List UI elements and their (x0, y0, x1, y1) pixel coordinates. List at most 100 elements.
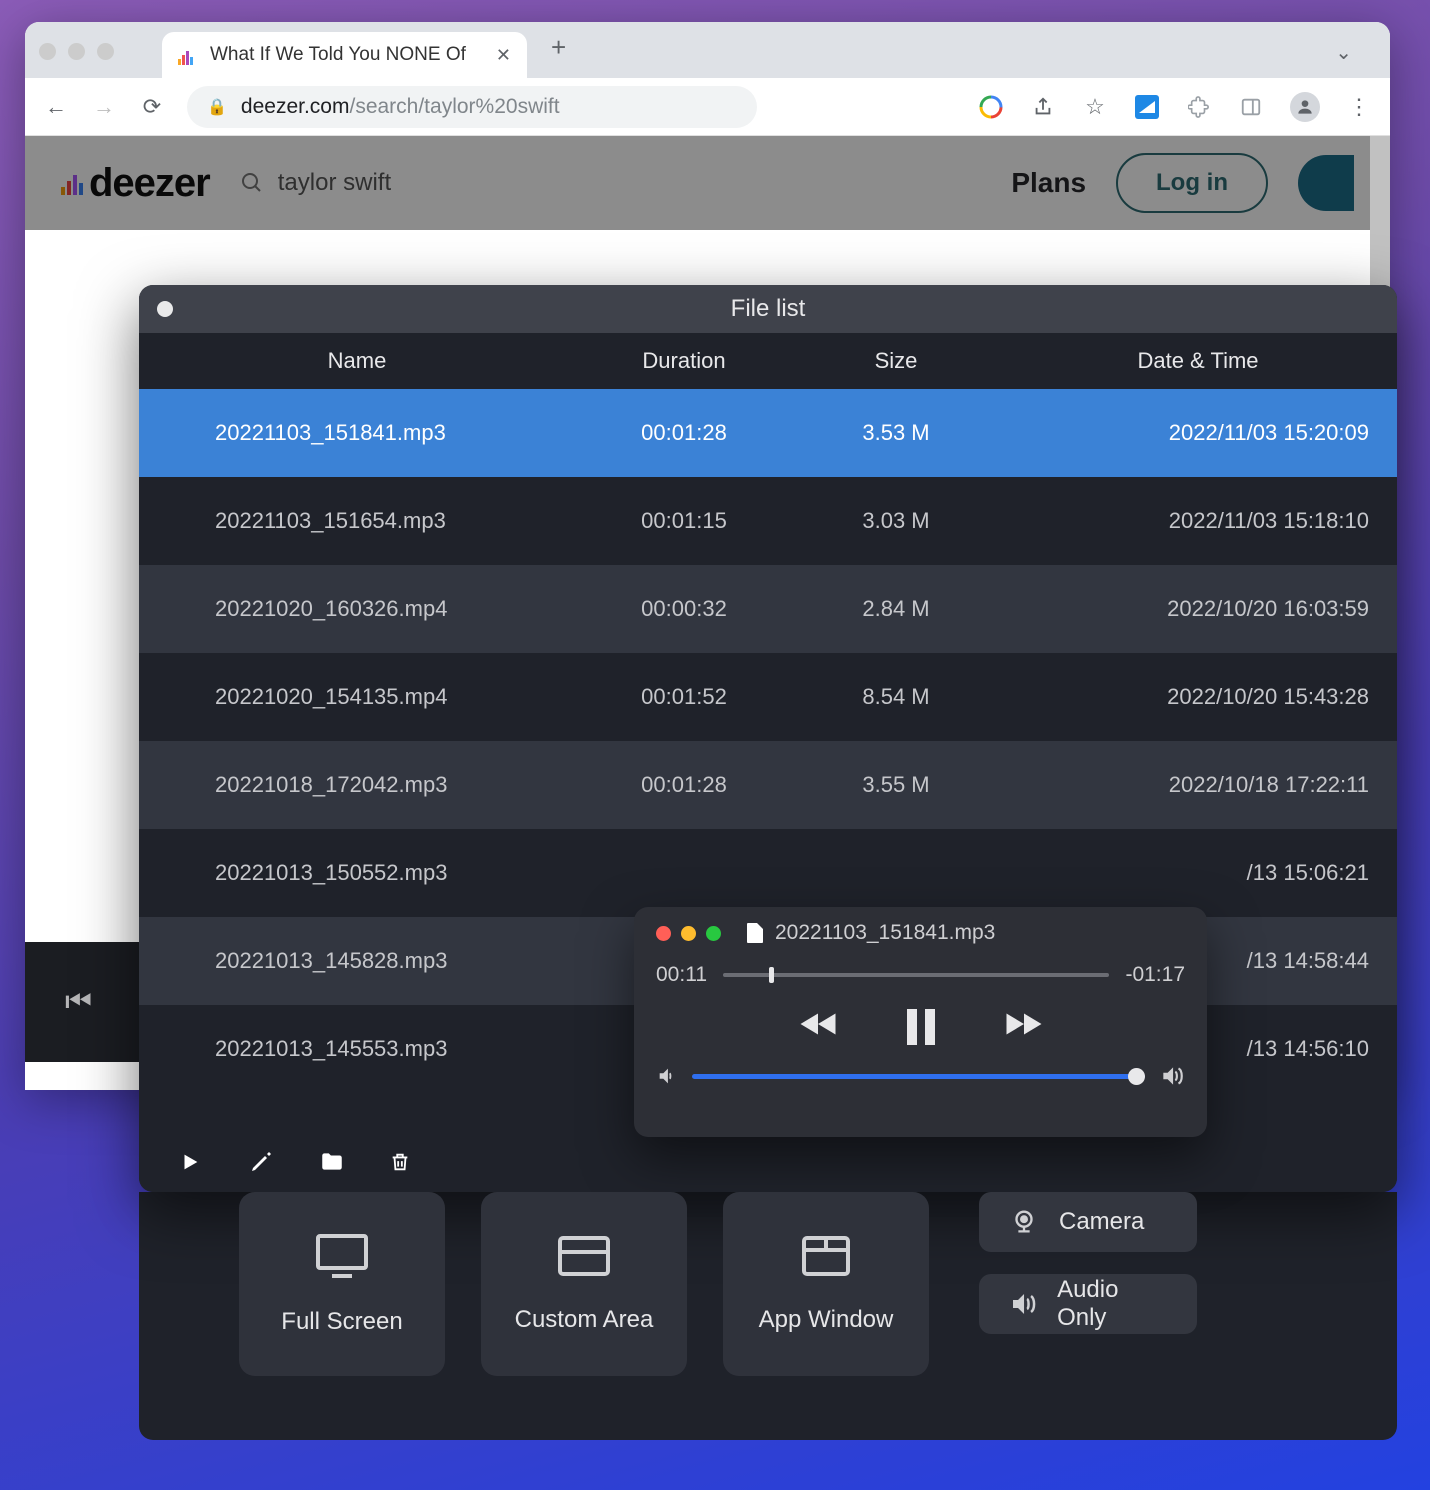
close-icon[interactable] (39, 43, 56, 60)
minimize-icon[interactable] (681, 926, 696, 941)
address-bar[interactable]: 🔒 deezer.com/search/taylor%20swift (187, 86, 757, 128)
cell-duration: 00:01:15 (575, 508, 793, 534)
table-row[interactable]: 20221018_172042.mp300:01:283.55 M2022/10… (139, 741, 1397, 829)
close-icon[interactable] (157, 301, 173, 317)
cell-name: 20221020_154135.mp4 (139, 684, 575, 710)
kebab-menu-icon[interactable]: ⋮ (1346, 94, 1372, 120)
sidepanel-icon[interactable] (1238, 94, 1264, 120)
cell-size: 3.55 M (793, 772, 999, 798)
tab-close-icon[interactable]: ✕ (496, 45, 511, 66)
file-list-title: File list (731, 295, 806, 323)
audio-only-pill[interactable]: Audio Only (979, 1274, 1197, 1334)
cell-date: 2022/11/03 15:20:09 (999, 420, 1397, 446)
table-row[interactable]: 20221013_150552.mp3/13 15:06:21 (139, 829, 1397, 917)
player-titlebar[interactable]: 20221103_151841.mp3 (656, 921, 1185, 945)
window-icon (800, 1234, 852, 1278)
volume-low-icon[interactable] (656, 1065, 678, 1087)
deezer-header: deezer taylor swift Plans Log in (25, 136, 1390, 230)
new-tab-button[interactable]: + (527, 32, 590, 63)
reload-button[interactable]: ⟳ (139, 94, 165, 120)
monitor-icon (314, 1232, 370, 1280)
column-size[interactable]: Size (793, 348, 999, 374)
maximize-icon[interactable] (97, 43, 114, 60)
volume-high-icon[interactable] (1159, 1063, 1185, 1089)
browser-tab[interactable]: What If We Told You NONE Of ✕ (162, 32, 527, 78)
cell-duration: 00:00:32 (575, 596, 793, 622)
media-player-window: 20221103_151841.mp3 00:11 -01:17 (634, 907, 1207, 1137)
column-duration[interactable]: Duration (575, 348, 793, 374)
volume-slider[interactable] (692, 1074, 1145, 1079)
deezer-logo[interactable]: deezer (61, 161, 210, 206)
player-window-controls[interactable] (656, 926, 721, 941)
trash-icon[interactable] (389, 1151, 417, 1173)
camera-label: Camera (1059, 1208, 1144, 1236)
profile-avatar[interactable] (1290, 92, 1320, 122)
seek-slider[interactable] (723, 973, 1109, 977)
back-button[interactable]: ← (43, 94, 69, 120)
cell-date: 2022/10/20 15:43:28 (999, 684, 1397, 710)
login-button[interactable]: Log in (1116, 153, 1268, 213)
audio-only-label: Audio Only (1057, 1276, 1167, 1332)
rewind-button[interactable] (797, 1007, 839, 1047)
app-window-tile[interactable]: App Window (723, 1192, 929, 1376)
maximize-icon[interactable] (706, 926, 721, 941)
cell-name: 20221103_151841.mp3 (139, 420, 575, 446)
camera-pill[interactable]: Camera (979, 1192, 1197, 1252)
file-list-header: Name Duration Size Date & Time (139, 333, 1397, 389)
fast-forward-button[interactable] (1003, 1007, 1045, 1047)
minimize-icon[interactable] (68, 43, 85, 60)
search-icon (240, 171, 264, 195)
lock-icon: 🔒 (207, 97, 227, 117)
file-list-footer (139, 1132, 1397, 1192)
cell-name: 20221103_151654.mp3 (139, 508, 575, 534)
column-date[interactable]: Date & Time (999, 348, 1397, 374)
cell-date: 2022/10/18 17:22:11 (999, 772, 1397, 798)
extension-a-icon[interactable] (1134, 94, 1160, 120)
app-window-label: App Window (759, 1306, 894, 1334)
player-file-name: 20221103_151841.mp3 (775, 921, 995, 945)
time-elapsed: 00:11 (656, 963, 707, 987)
tab-title: What If We Told You NONE Of (210, 44, 484, 66)
file-icon (747, 923, 763, 943)
area-icon (556, 1234, 612, 1278)
bookmark-star-icon[interactable]: ☆ (1082, 94, 1108, 120)
table-row[interactable]: 20221020_160326.mp400:00:322.84 M2022/10… (139, 565, 1397, 653)
cell-date: /13 15:06:21 (999, 860, 1397, 886)
play-icon[interactable] (179, 1151, 207, 1173)
custom-area-label: Custom Area (515, 1306, 654, 1334)
table-row[interactable]: 20221020_154135.mp400:01:528.54 M2022/10… (139, 653, 1397, 741)
deezer-search[interactable]: taylor swift (240, 169, 391, 197)
previous-track-icon[interactable]: ⏮ (65, 985, 92, 1019)
table-row[interactable]: 20221103_151654.mp300:01:153.03 M2022/11… (139, 477, 1397, 565)
window-controls[interactable] (39, 43, 114, 60)
cell-date: 2022/10/20 16:03:59 (999, 596, 1397, 622)
folder-icon[interactable] (319, 1149, 347, 1175)
page-sidebar (25, 314, 145, 942)
cell-size: 3.03 M (793, 508, 999, 534)
custom-area-tile[interactable]: Custom Area (481, 1192, 687, 1376)
cell-date: 2022/11/03 15:18:10 (999, 508, 1397, 534)
share-icon[interactable] (1030, 94, 1056, 120)
cell-duration: 00:01:28 (575, 420, 793, 446)
extensions-icon[interactable] (1186, 94, 1212, 120)
forward-button[interactable]: → (91, 94, 117, 120)
pause-button[interactable] (903, 1007, 939, 1047)
speaker-icon (1009, 1289, 1037, 1319)
cell-duration: 00:01:28 (575, 772, 793, 798)
recorder-panel: Full Screen Custom Area App Window Camer… (139, 1192, 1397, 1440)
google-icon[interactable] (978, 94, 1004, 120)
plans-link[interactable]: Plans (1011, 167, 1086, 199)
tabs-dropdown-icon[interactable]: ⌄ (1335, 40, 1352, 65)
signup-button[interactable] (1298, 155, 1354, 211)
camera-icon (1009, 1207, 1039, 1237)
close-icon[interactable] (656, 926, 671, 941)
cell-name: 20221013_145553.mp3 (139, 1036, 575, 1062)
browser-toolbar: ← → ⟳ 🔒 deezer.com/search/taylor%20swift… (25, 78, 1390, 136)
cell-name: 20221020_160326.mp4 (139, 596, 575, 622)
column-name[interactable]: Name (139, 348, 575, 374)
table-row[interactable]: 20221103_151841.mp300:01:283.53 M2022/11… (139, 389, 1397, 477)
full-screen-tile[interactable]: Full Screen (239, 1192, 445, 1376)
browser-tabbar: What If We Told You NONE Of ✕ + ⌄ (25, 22, 1390, 78)
edit-icon[interactable] (249, 1150, 277, 1174)
file-list-titlebar[interactable]: File list (139, 285, 1397, 333)
